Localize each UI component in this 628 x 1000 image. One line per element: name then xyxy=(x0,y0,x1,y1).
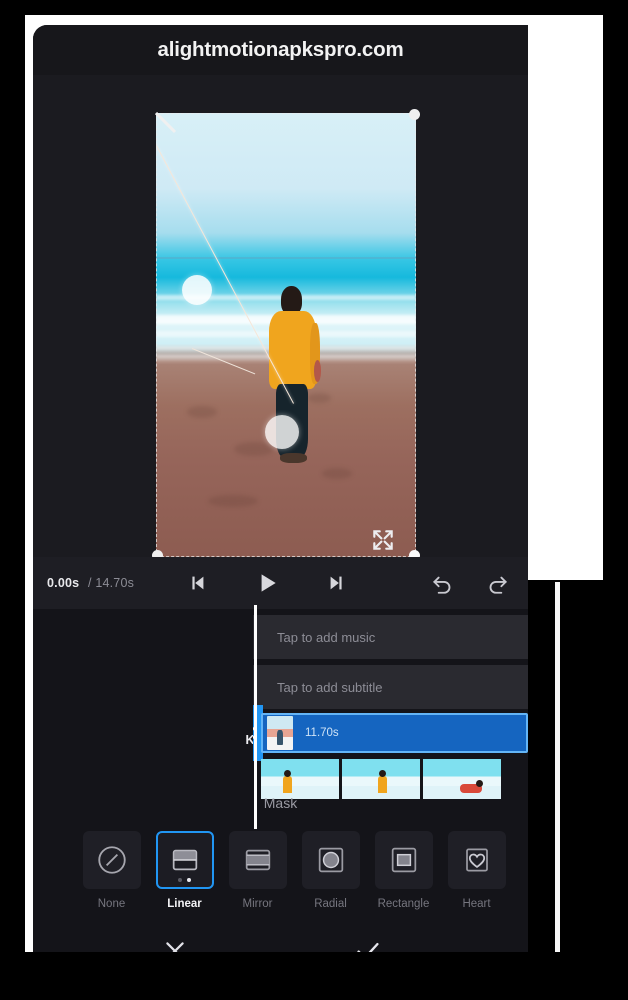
current-time: 0.00s xyxy=(47,576,80,590)
selection-border[interactable] xyxy=(152,109,420,561)
mask-option-label: Rectangle xyxy=(377,898,430,910)
editor-middle-area: Keyframe Tap to add music Tap to add sub… xyxy=(33,605,528,829)
play-icon[interactable] xyxy=(254,570,280,596)
redo-icon[interactable] xyxy=(484,570,510,596)
expand-fullscreen-icon[interactable] xyxy=(363,520,403,560)
page-dot xyxy=(178,878,182,882)
mask-page-dots xyxy=(158,878,212,882)
bottom-action-bar xyxy=(33,930,528,952)
rectangle-mask-icon xyxy=(374,831,433,889)
mask-option-mirror[interactable]: Mirror xyxy=(221,825,294,910)
circle-slash-icon xyxy=(82,831,141,889)
check-icon[interactable] xyxy=(353,936,383,952)
screenshot-stage: alightmotionapkspro.com 0.00s / 14.70s T… xyxy=(0,0,628,1000)
skip-next-icon[interactable] xyxy=(324,570,350,596)
page-dot-active xyxy=(187,878,191,882)
mirror-mask-icon xyxy=(228,831,287,889)
mask-options-row[interactable]: None Linear Mirror Radial Rectangle Hear… xyxy=(33,825,528,930)
skip-previous-icon[interactable] xyxy=(184,570,210,596)
undo-icon[interactable] xyxy=(430,570,456,596)
watermark-title: alightmotionapkspro.com xyxy=(33,25,528,75)
scroll-position-indicator[interactable] xyxy=(555,582,560,952)
mask-option-label: Radial xyxy=(314,898,347,910)
timeline-track-music[interactable]: Tap to add music xyxy=(253,615,528,659)
heart-mask-icon xyxy=(447,831,506,889)
filmstrip-frame[interactable] xyxy=(423,759,501,799)
mask-option-radial[interactable]: Radial xyxy=(294,825,367,910)
mask-option-heart[interactable]: Heart xyxy=(440,825,513,910)
close-x-icon[interactable] xyxy=(161,937,189,952)
timeline-clip-selected[interactable]: 11.70s xyxy=(261,713,528,753)
mask-option-rectangle[interactable]: Rectangle xyxy=(367,825,440,910)
subtitle-track-label: Tap to add subtitle xyxy=(277,679,383,695)
mask-option-label: Heart xyxy=(462,898,491,910)
mask-option-label: None xyxy=(97,898,126,910)
time-display: 0.00s / 14.70s xyxy=(47,576,134,590)
playhead[interactable] xyxy=(254,605,257,829)
right-black-gutter xyxy=(528,580,603,952)
timeline-panel[interactable]: Tap to add music Tap to add subtitle 11.… xyxy=(253,609,528,825)
playback-toolbar: 0.00s / 14.70s xyxy=(33,557,528,609)
mask-option-linear[interactable]: Linear xyxy=(148,825,221,910)
linear-mask-icon xyxy=(155,831,214,889)
corner-rotate-handle[interactable] xyxy=(154,111,179,136)
total-time: / 14.70s xyxy=(87,576,135,590)
music-track-label: Tap to add music xyxy=(277,629,376,645)
timeline-track-subtitle[interactable]: Tap to add subtitle xyxy=(253,665,528,709)
timeline-filmstrip[interactable] xyxy=(261,759,528,799)
phone-screen: alightmotionapkspro.com 0.00s / 14.70s T… xyxy=(33,25,528,952)
mask-option-none[interactable]: None xyxy=(75,825,148,910)
clip-thumbnail xyxy=(267,716,293,750)
mask-option-label: Mirror xyxy=(242,898,273,910)
clip-duration-label: 11.70s xyxy=(305,727,339,739)
mask-option-label: Linear xyxy=(167,898,202,910)
filmstrip-frame[interactable] xyxy=(261,759,339,799)
filmstrip-frame[interactable] xyxy=(342,759,420,799)
resize-handle-top-right[interactable] xyxy=(409,109,420,120)
video-preview-area[interactable] xyxy=(33,75,528,561)
section-title: Mask xyxy=(263,795,298,811)
radial-mask-icon xyxy=(301,831,360,889)
